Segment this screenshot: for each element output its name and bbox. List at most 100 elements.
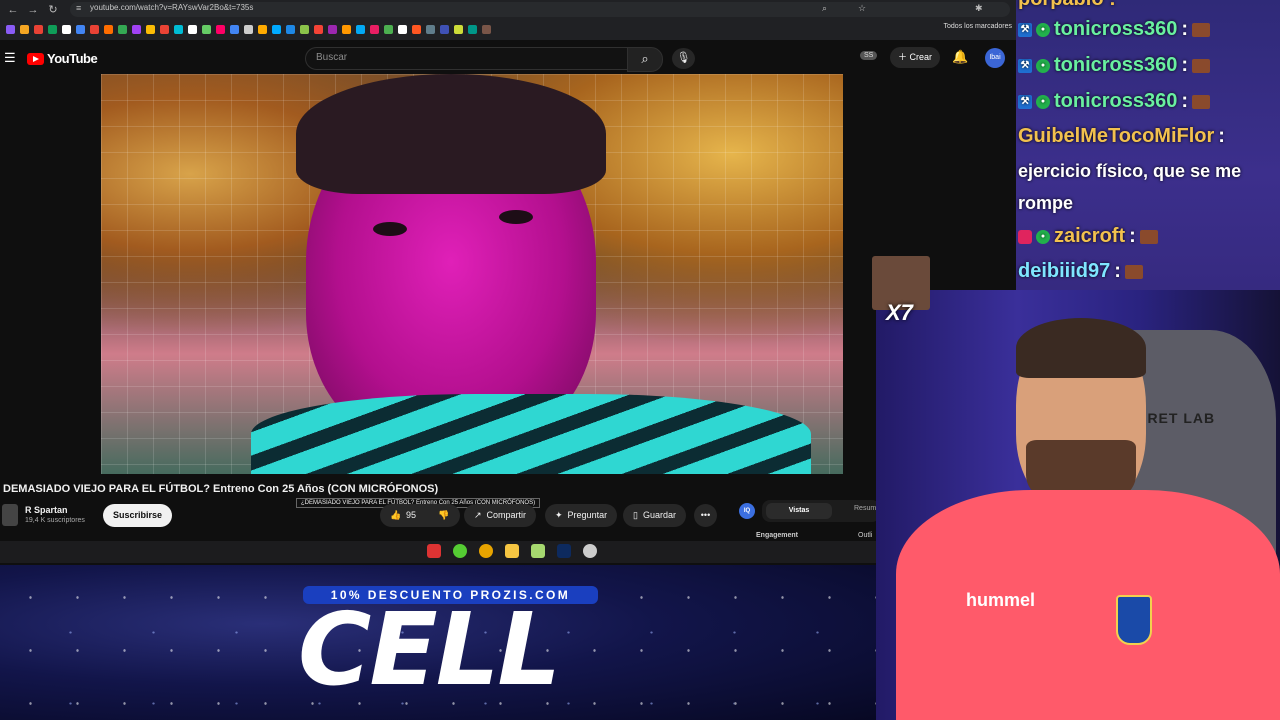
bookmark-favicon-icon[interactable] bbox=[6, 24, 15, 34]
bookmark-favicon-icon[interactable] bbox=[300, 24, 309, 34]
bookmark-favicon-icon[interactable] bbox=[48, 24, 57, 34]
badge-sub-icon: ● bbox=[1036, 58, 1050, 73]
create-label: Crear bbox=[909, 52, 933, 62]
video-player[interactable] bbox=[101, 74, 843, 474]
bookmark-favicon-icon[interactable] bbox=[90, 24, 99, 34]
bookmark-favicon-icon[interactable] bbox=[440, 24, 449, 34]
bookmark-favicon-icon[interactable] bbox=[202, 24, 211, 34]
ask-button[interactable]: ✦ Preguntar bbox=[545, 504, 618, 527]
account-avatar[interactable]: Ibai bbox=[985, 48, 1005, 68]
tab-resumen[interactable]: Resum bbox=[854, 505, 876, 512]
bookmark-favicon-icon[interactable] bbox=[118, 24, 127, 34]
emote-multiplier: X7 bbox=[886, 300, 913, 325]
bookmark-favicon-icon[interactable] bbox=[160, 24, 169, 34]
extensions-icon[interactable]: ✱ bbox=[975, 3, 983, 14]
more-actions-button[interactable]: ••• bbox=[694, 504, 717, 527]
save-icon: ▯ bbox=[633, 510, 638, 520]
site-info-icon[interactable]: ≡ bbox=[76, 3, 81, 13]
bookmark-favicon-icon[interactable] bbox=[328, 24, 337, 34]
bookmark-favicon-icon[interactable] bbox=[342, 24, 351, 34]
ss-badge[interactable]: SS bbox=[860, 51, 878, 60]
chat-user: tonicross360 bbox=[1054, 90, 1178, 112]
iq-extension-icon[interactable]: IQ bbox=[739, 503, 755, 519]
thumbs-down-icon[interactable]: 👎 bbox=[438, 504, 449, 527]
chat-user: tonicross360 bbox=[1054, 18, 1178, 40]
subscribe-button[interactable]: Suscribirse bbox=[103, 504, 173, 527]
bookmark-star-icon[interactable]: ☆ bbox=[858, 3, 866, 14]
bookmark-favicon-icon[interactable] bbox=[146, 24, 155, 34]
streamer-jersey bbox=[896, 490, 1280, 720]
chat-message: deibiiid97 : bbox=[1018, 260, 1143, 283]
bookmark-favicon-icon[interactable] bbox=[20, 24, 29, 34]
bookmark-favicon-icon[interactable] bbox=[104, 24, 113, 34]
chat-separator: : bbox=[1218, 125, 1225, 147]
bookmark-favicon-icon[interactable] bbox=[314, 24, 323, 34]
chrome-icon[interactable] bbox=[479, 544, 493, 558]
channel-name[interactable]: R Spartan bbox=[25, 505, 68, 515]
bookmark-favicon-icon[interactable] bbox=[412, 24, 421, 34]
bookmark-favicon-icon[interactable] bbox=[370, 24, 379, 34]
zoom-icon[interactable]: ⌕ bbox=[822, 3, 827, 14]
channel-avatar[interactable] bbox=[2, 504, 18, 526]
bookmark-favicon-icon[interactable] bbox=[76, 24, 85, 34]
bookmark-favicon-icon[interactable] bbox=[132, 24, 141, 34]
bookmarks-folder[interactable]: Todos los marcadores bbox=[944, 23, 1012, 30]
bookmark-favicon-icon[interactable] bbox=[174, 24, 183, 34]
bookmark-favicon-icon[interactable] bbox=[356, 24, 365, 34]
youtube-logo[interactable]: YouTube bbox=[27, 51, 98, 66]
subscriber-count: 19,4 K suscriptores bbox=[25, 517, 85, 524]
like-dislike-group: 👍 95 👎 bbox=[380, 504, 460, 527]
bookmark-favicon-icon[interactable] bbox=[384, 24, 393, 34]
search-input[interactable]: Buscar bbox=[305, 47, 629, 70]
app-green-icon[interactable] bbox=[453, 544, 467, 558]
bookmark-favicon-icon[interactable] bbox=[230, 24, 239, 34]
bookmark-favicon-icon[interactable] bbox=[286, 24, 295, 34]
chat-separator: : bbox=[1114, 260, 1121, 282]
bookmark-favicon-icon[interactable] bbox=[188, 24, 197, 34]
notifications-bell-icon[interactable]: 🔔 bbox=[952, 49, 968, 65]
badge-sub-icon: ● bbox=[1036, 22, 1050, 37]
youtube-header: ☰ YouTube Buscar ⌕ 🎙 SS ＋ Crear 🔔 Ibai bbox=[0, 40, 1016, 74]
emote-icon bbox=[1192, 22, 1211, 37]
bookmark-favicon-icon[interactable] bbox=[482, 24, 491, 34]
bookmark-favicon-icon[interactable] bbox=[62, 24, 71, 34]
chat-separator: : bbox=[1181, 54, 1189, 76]
bookmark-favicon-icon[interactable] bbox=[454, 24, 463, 34]
badge-sub-icon: ● bbox=[1036, 229, 1050, 244]
chat-message-text: ejercicio físico, que se me rompe bbox=[1018, 161, 1242, 213]
bookmark-favicon-icon[interactable] bbox=[426, 24, 435, 34]
jersey-brand: hummel bbox=[966, 590, 1036, 610]
chat-message-top: porpabio : bbox=[1018, 0, 1116, 11]
file-explorer-icon[interactable] bbox=[505, 544, 519, 558]
address-bar[interactable]: ≡ youtube.com/watch?v=RAYswVar2Bo&t=735s… bbox=[70, 2, 1010, 17]
create-button[interactable]: ＋ Crear bbox=[890, 47, 941, 68]
share-label: Compartir bbox=[486, 510, 527, 520]
voice-search-button[interactable]: 🎙 bbox=[672, 48, 695, 69]
photoshop-icon[interactable] bbox=[557, 544, 571, 558]
app-diamond-icon[interactable] bbox=[531, 544, 545, 558]
bookmark-favicon-icon[interactable] bbox=[398, 24, 407, 34]
search-button[interactable]: ⌕ bbox=[627, 47, 663, 72]
chat-separator: : bbox=[1181, 18, 1189, 40]
reload-icon[interactable]: ↻ bbox=[46, 3, 60, 17]
bookmark-favicon-icon[interactable] bbox=[258, 24, 267, 34]
ask-label: Preguntar bbox=[567, 510, 608, 520]
menu-icon[interactable]: ☰ bbox=[4, 50, 16, 66]
badge-sub-icon: ● bbox=[1036, 94, 1050, 109]
bookmark-favicon-icon[interactable] bbox=[34, 24, 43, 34]
bookmark-favicon-icon[interactable] bbox=[272, 24, 281, 34]
tab-vistas[interactable]: Vistas bbox=[766, 503, 832, 519]
video-subject-eye-right bbox=[499, 210, 533, 224]
obs-icon[interactable] bbox=[427, 544, 441, 558]
bookmark-favicon-icon[interactable] bbox=[216, 24, 225, 34]
save-button[interactable]: ▯ Guardar bbox=[623, 504, 686, 527]
bookmark-favicon-icon[interactable] bbox=[244, 24, 253, 34]
chat-separator: : bbox=[1129, 225, 1136, 247]
back-icon[interactable]: ← bbox=[6, 3, 20, 17]
browser-window: ← → ↻ ≡ youtube.com/watch?v=RAYswVar2Bo&… bbox=[0, 0, 1016, 565]
forward-icon[interactable]: → bbox=[26, 3, 40, 17]
thumbs-up-icon[interactable]: 👍 bbox=[390, 504, 401, 527]
share-button[interactable]: ↗ Compartir bbox=[464, 504, 537, 527]
app-globe-icon[interactable] bbox=[583, 544, 597, 558]
bookmark-favicon-icon[interactable] bbox=[468, 24, 477, 34]
